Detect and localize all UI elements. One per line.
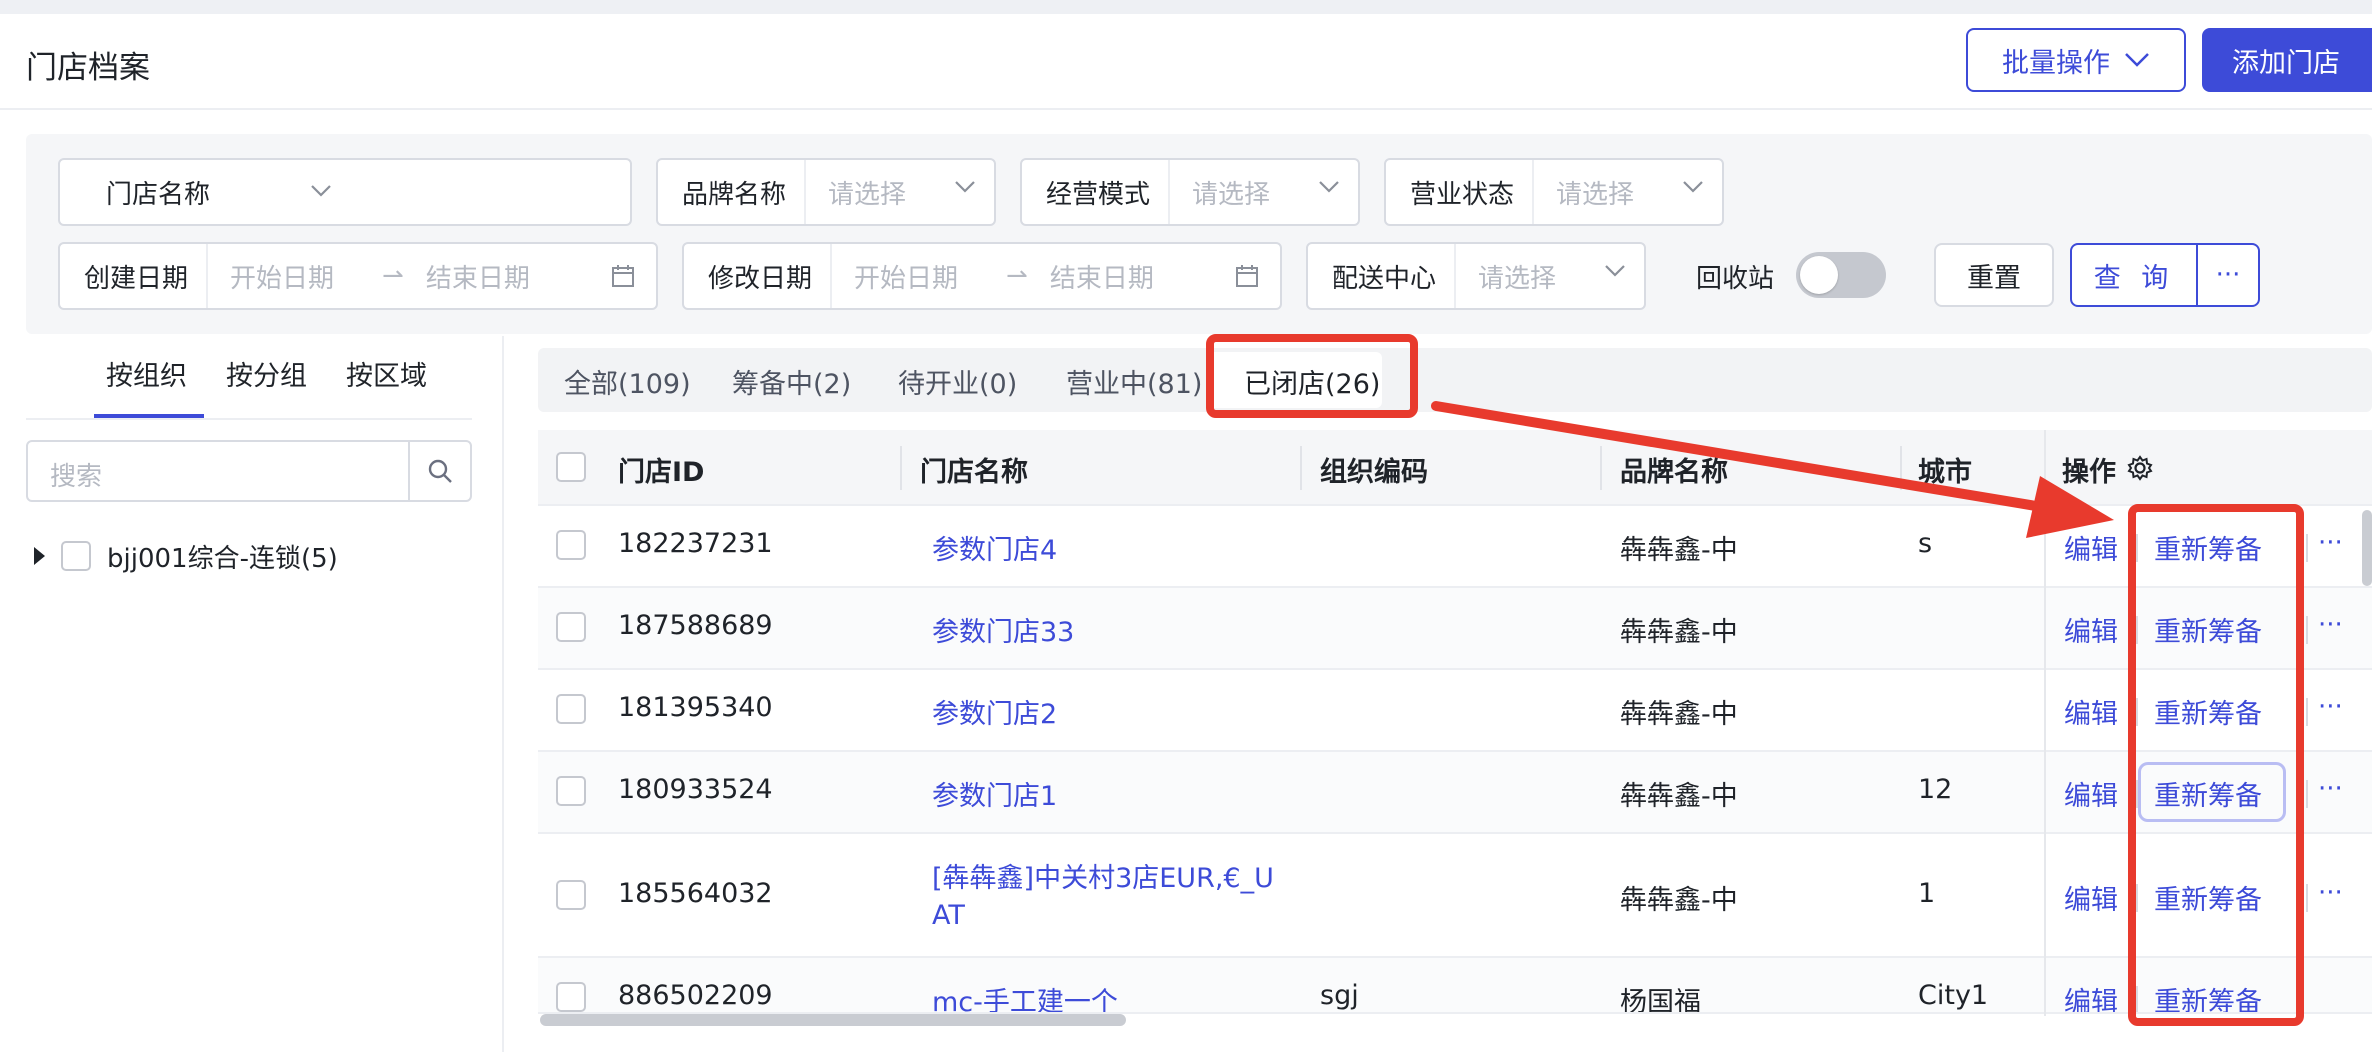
- annotation-arrow: [1431, 401, 2114, 538]
